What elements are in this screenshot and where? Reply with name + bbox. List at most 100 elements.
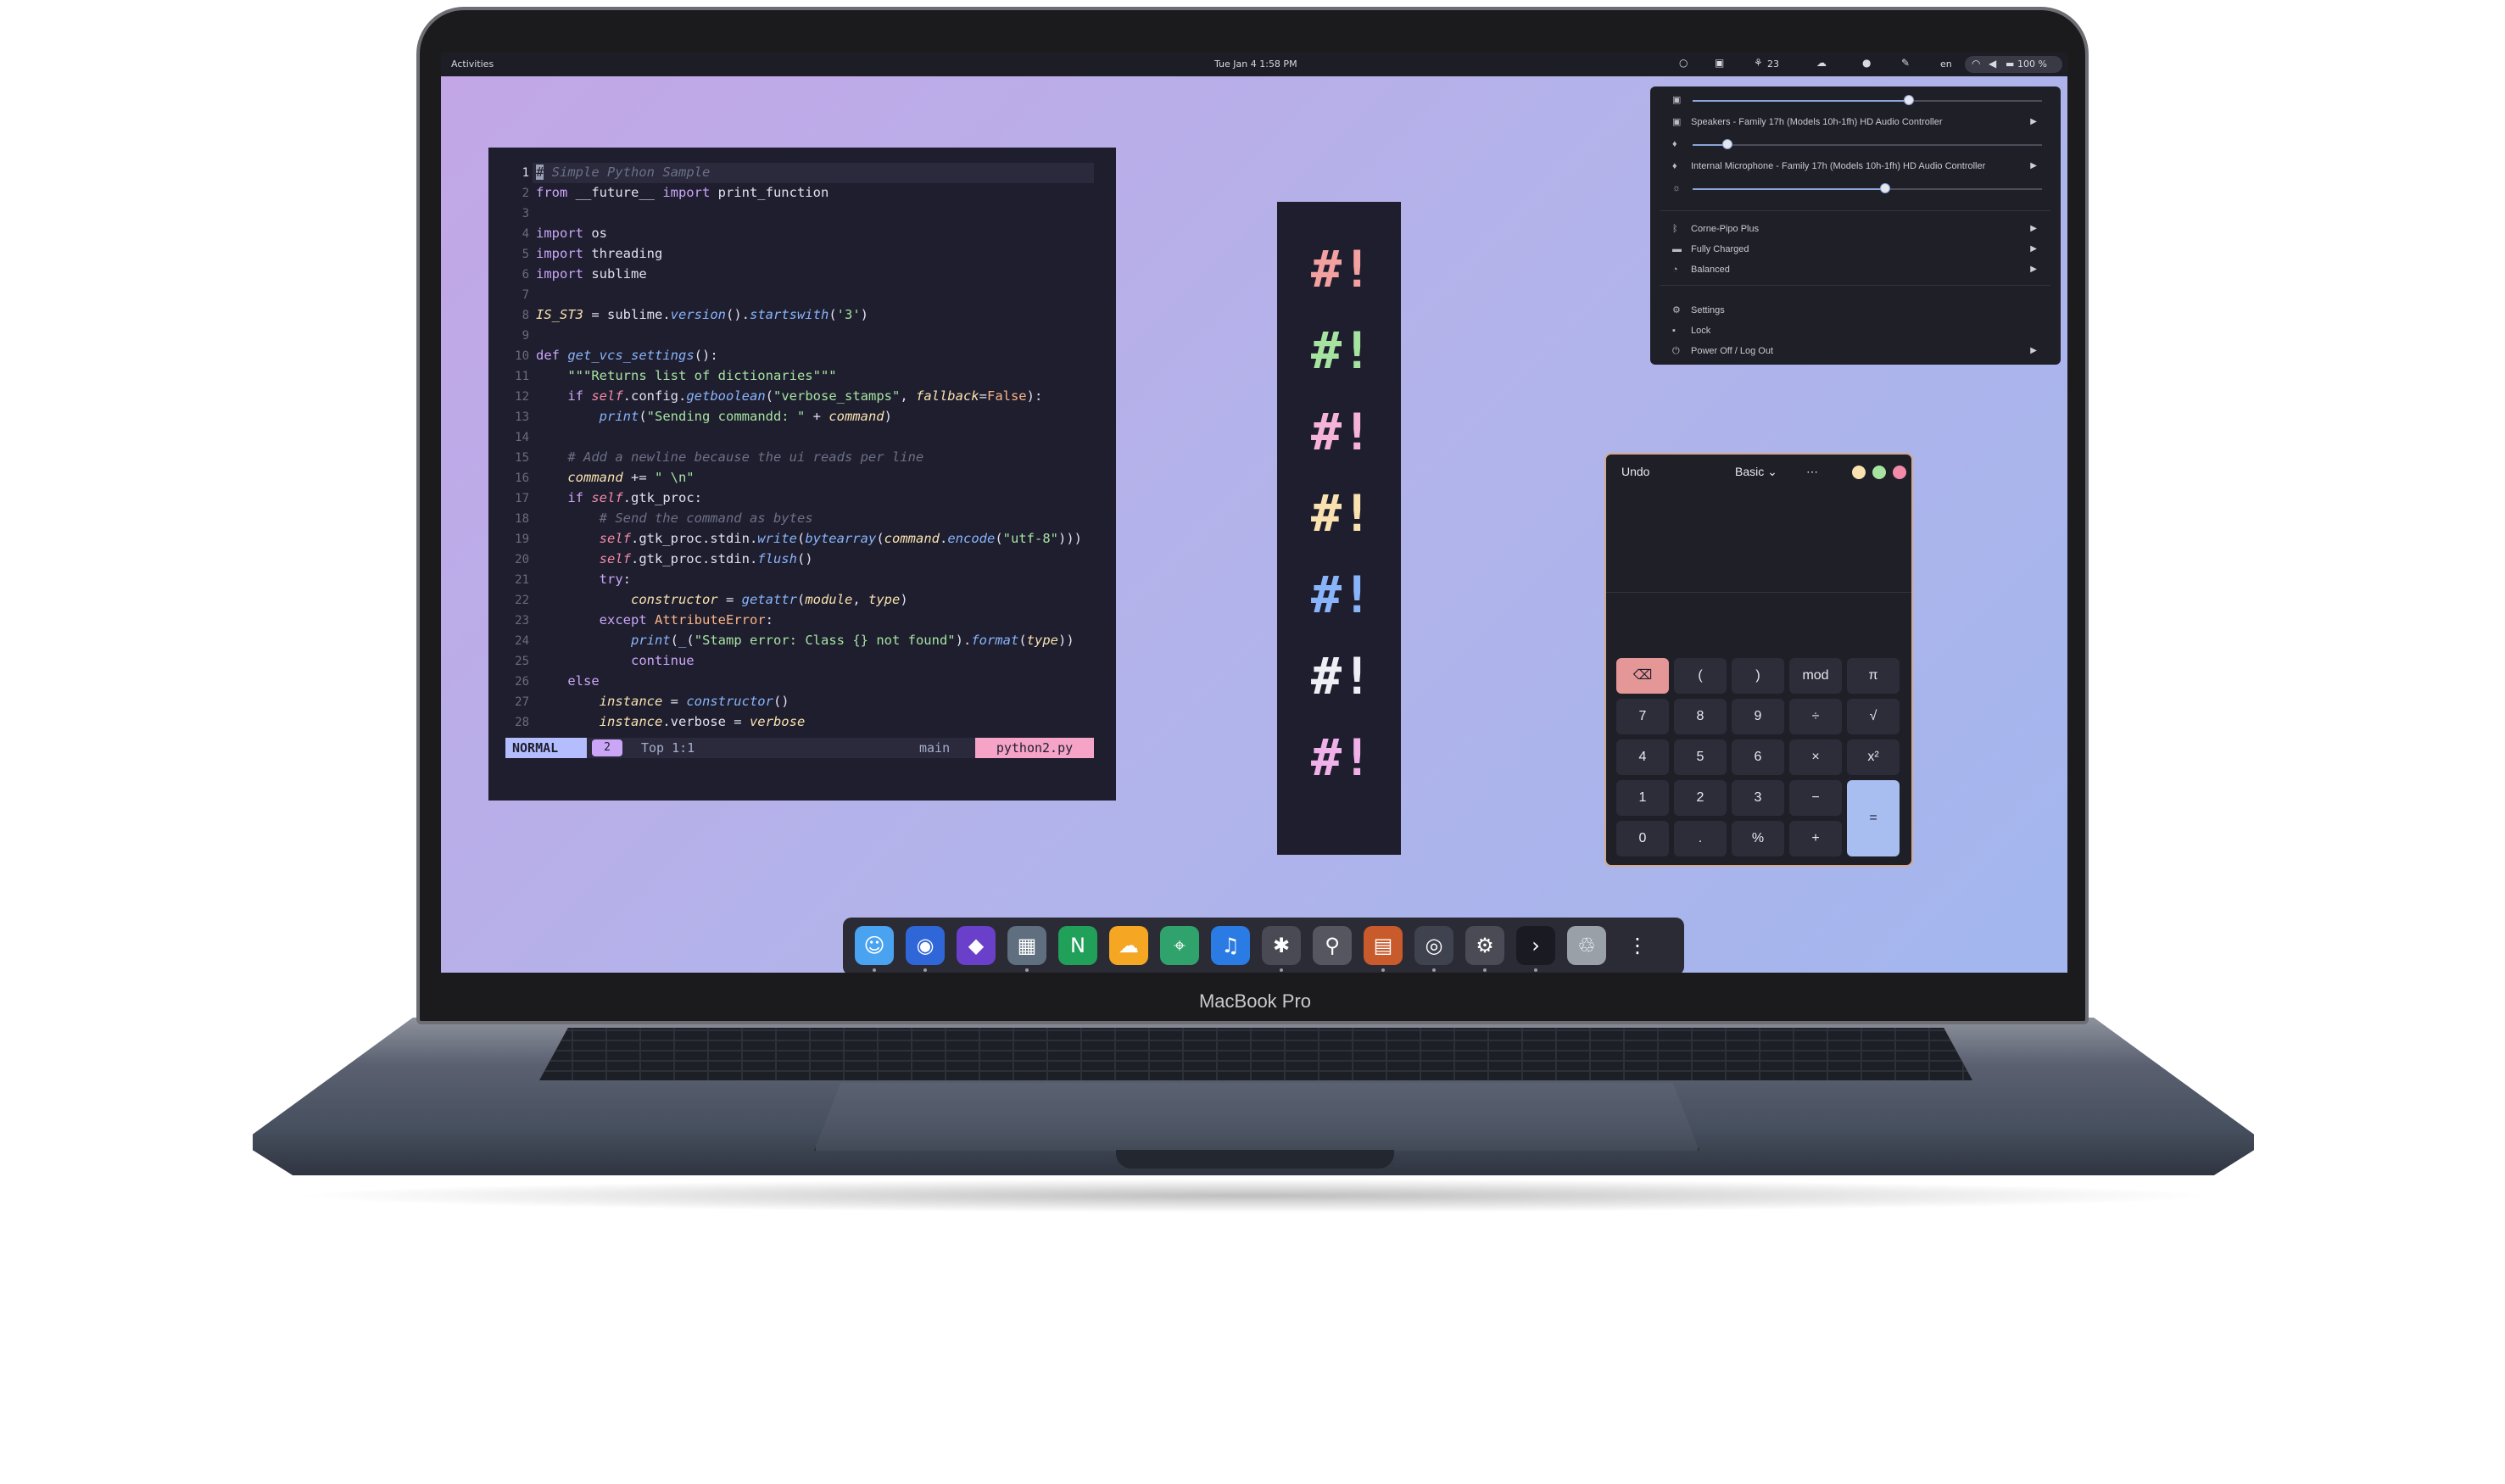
power-mode-row[interactable]: ◔ Balanced (1672, 263, 1730, 276)
line-number: 26 (515, 675, 529, 689)
dock: ☺ ◉ ◆ ▦ N ☁ ⌖ ♫ ✱ ⚲ ▤ ◎ ⚙ › ♲ ⋮ (843, 918, 1684, 973)
menu-button[interactable]: ⋯ (1806, 465, 1818, 479)
calculator-key[interactable]: 8 (1674, 699, 1727, 734)
settings-icon[interactable]: ⚙ (1465, 926, 1504, 965)
bluetooth-row[interactable]: ᛒ Corne-Pipo Plus (1672, 222, 1759, 236)
color-picker-icon[interactable]: ✎ (1901, 57, 1910, 69)
chevron-right-icon[interactable]: ▶ (2030, 117, 2037, 126)
calculator-key[interactable]: 6 (1732, 739, 1784, 775)
line-number: 3 (522, 207, 529, 220)
line-number: 2 (522, 187, 529, 200)
speaker-device-row[interactable]: ▣ Speakers - Family 17h (Models 10h-1fh) … (1672, 115, 1943, 129)
keyboard-layout[interactable]: en (1940, 59, 1952, 70)
activities-button[interactable]: Activities (451, 59, 494, 70)
calculator-key[interactable]: 3 (1732, 780, 1784, 816)
wifi-icon: ◠ (1972, 58, 1981, 70)
notes-icon[interactable]: N (1058, 926, 1097, 965)
hashbang-window[interactable]: #! #! #! #! #! #! #! (1277, 202, 1401, 855)
chat-icon[interactable]: ▣ (1715, 57, 1724, 69)
close-button[interactable] (1893, 466, 1906, 479)
lock-item[interactable]: ▪ Lock (1672, 324, 1710, 338)
code-editor-window[interactable]: 1 2 3 4 5 6 7 8 9 10 11 12 13 14 15 16 17 18 19 20 21 22 23 24 2… (488, 148, 1116, 801)
software-icon[interactable]: ▦ (1007, 926, 1046, 965)
maximize-button[interactable] (1872, 466, 1886, 479)
calculator-key[interactable]: % (1732, 821, 1784, 856)
calculator-key[interactable]: 5 (1674, 739, 1727, 775)
line-number: 11 (515, 370, 529, 383)
system-monitor-icon[interactable]: ◎ (1414, 926, 1453, 965)
clock[interactable]: Tue Jan 4 1:58 PM (1214, 59, 1297, 70)
calculator-key[interactable]: . (1674, 821, 1727, 856)
chevron-right-icon[interactable]: ▶ (2030, 244, 2037, 254)
backspace-key[interactable]: ⌫ (1616, 658, 1669, 694)
chevron-right-icon[interactable]: ▶ (2030, 161, 2037, 170)
obsidian-icon[interactable]: ◆ (957, 926, 996, 965)
calculator-key[interactable]: 7 (1616, 699, 1669, 734)
terminal-icon[interactable]: › (1516, 926, 1555, 965)
music-icon[interactable]: ♫ (1211, 926, 1250, 965)
diagnostics-badge[interactable]: 2 (592, 739, 622, 756)
line-number: 25 (515, 655, 529, 668)
hashbang-glyph: #! (1311, 566, 1373, 625)
calculator-key[interactable]: 4 (1616, 739, 1669, 775)
weather-icon[interactable]: ☁ (1109, 926, 1148, 965)
indicator-count: 23 (1767, 59, 1779, 70)
calculator-window[interactable]: Undo Basic ⌄ ⋯ ⌫() mod π 7 8 9 ÷ √ 4 5 6 × x² 1 2 3− = 0.… (1604, 453, 1913, 867)
power-item[interactable]: ⏻ Power Off / Log Out (1672, 344, 1773, 358)
mic-device-row[interactable]: ♦ Internal Microphone - Family 17h (Model… (1672, 159, 1985, 173)
laptop-front-notch (1116, 1150, 1394, 1169)
undo-button[interactable]: Undo (1621, 465, 1649, 478)
laptop-brand-label: MacBook Pro (1198, 990, 1312, 1012)
drop-icon[interactable]: ● (1862, 57, 1871, 69)
chevron-right-icon[interactable]: ▶ (2030, 265, 2037, 274)
calculator-key[interactable]: ÷ (1789, 699, 1842, 734)
microphone-icon: ♦ (1672, 161, 1677, 171)
calculator-key[interactable]: 9 (1732, 699, 1784, 734)
settings-item[interactable]: ⚙ Settings (1672, 304, 1725, 317)
calculator-key[interactable]: ) (1732, 658, 1784, 694)
mode-selector[interactable]: Basic ⌄ (1735, 465, 1777, 479)
calculator-key[interactable]: 2 (1674, 780, 1727, 816)
system-status-menu[interactable]: ◠ ◀ ▬ 100 % (1965, 56, 2062, 73)
firefox-icon[interactable]: ◉ (906, 926, 945, 965)
maps-icon[interactable]: ⌖ (1160, 926, 1199, 965)
chevron-right-icon[interactable]: ▶ (2030, 224, 2037, 233)
quick-settings-panel: ▣ ▣ Speakers - Family 17h (Models 10h-1fh… (1650, 86, 2061, 365)
calculator-key[interactable]: mod (1789, 658, 1842, 694)
calculator-key[interactable]: − (1789, 780, 1842, 816)
mic-volume-slider[interactable] (1693, 139, 2042, 149)
line-number: 17 (515, 492, 529, 505)
minimize-button[interactable] (1852, 466, 1866, 479)
calculator-key[interactable]: 0 (1616, 821, 1669, 856)
chevron-right-icon[interactable]: ▶ (2030, 346, 2037, 355)
running-indicator (873, 968, 876, 972)
accessibility-icon[interactable]: ⚘ (1754, 57, 1763, 69)
calculator-key[interactable]: × (1789, 739, 1842, 775)
app-grid-icon[interactable]: ⋮ (1618, 926, 1657, 965)
status-circle-icon[interactable]: ○ (1679, 57, 1688, 69)
running-indicator (1381, 968, 1385, 972)
power-mode-icon: ◔ (1672, 265, 1678, 275)
equals-key[interactable]: = (1847, 780, 1900, 856)
finder-icon[interactable]: ☺ (855, 926, 894, 965)
git-branch: main (919, 740, 951, 756)
calculator-key[interactable]: x² (1847, 739, 1900, 775)
calculator-key[interactable]: 1 (1616, 780, 1669, 816)
calculator-icon[interactable]: ▤ (1364, 926, 1403, 965)
brightness-slider[interactable] (1693, 183, 2042, 193)
line-number: 7 (522, 288, 529, 302)
calculator-key[interactable]: + (1789, 821, 1842, 856)
trash-icon[interactable]: ♲ (1567, 926, 1606, 965)
running-indicator (1025, 968, 1029, 972)
usb-icon[interactable]: ⚲ (1313, 926, 1352, 965)
cloud-icon[interactable]: ☁ (1816, 57, 1827, 69)
line-number: 24 (515, 634, 529, 648)
speaker-volume-slider[interactable] (1693, 95, 2042, 105)
line-number: 14 (515, 431, 529, 444)
battery-row[interactable]: ▬ Fully Charged (1672, 243, 1749, 256)
running-indicator (923, 968, 927, 972)
calculator-key[interactable]: π (1847, 658, 1900, 694)
calculator-key[interactable]: √ (1847, 699, 1900, 734)
calculator-key[interactable]: ( (1674, 658, 1727, 694)
extensions-icon[interactable]: ✱ (1262, 926, 1301, 965)
